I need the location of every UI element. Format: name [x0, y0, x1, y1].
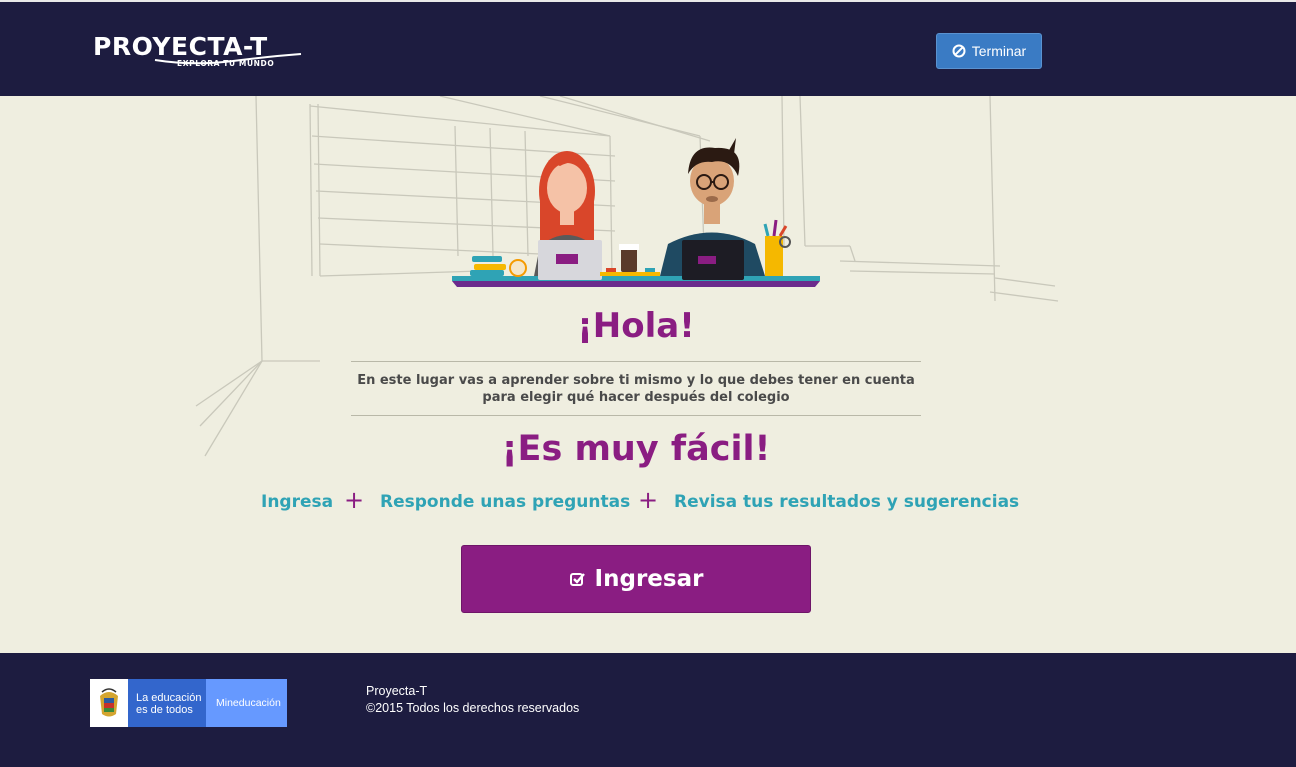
intro-line-1: En este lugar vas a aprender sobre ti mi…	[357, 373, 915, 388]
footer-copyright: ©2015 Todos los derechos reservados	[366, 701, 580, 715]
step-revisa: Revisa tus resultados y sugerencias	[674, 492, 1020, 512]
divider-bottom	[351, 415, 921, 416]
ingresar-button[interactable]: Ingresar	[461, 545, 811, 613]
girl-figure	[534, 151, 602, 280]
colombia-crest-icon	[90, 679, 128, 727]
mineducacion-logo[interactable]: La educación es de todos Mineducación	[90, 679, 287, 727]
ban-icon	[952, 44, 966, 58]
check-square-icon	[569, 573, 585, 586]
footer-text: Proyecta-T ©2015 Todos los derechos rese…	[366, 683, 579, 717]
plus-icon: +	[344, 486, 365, 514]
step-responde: Responde unas preguntas	[380, 492, 631, 512]
terminar-label: Terminar	[971, 43, 1027, 59]
intro-line-2: para elegir qué hacer después del colegi…	[482, 390, 790, 405]
subtitle: ¡Es muy fácil!	[501, 429, 771, 469]
logo-tagline: EXPLORA TU MUNDO	[177, 59, 275, 68]
steps-row: Ingresa + Responde unas preguntas + Revi…	[0, 486, 1296, 520]
proyecta-t-logo[interactable]: PROYECTA-T EXPLORA TU MUNDO	[93, 32, 318, 72]
site-footer: La educación es de todos Mineducación Pr…	[0, 653, 1296, 767]
divider-top	[351, 361, 921, 362]
plus-icon: +	[638, 486, 659, 514]
step-ingresa: Ingresa	[261, 492, 334, 512]
logo-slogan-line-2: es de todos	[136, 704, 193, 716]
greeting-title: ¡Hola!	[577, 306, 695, 346]
logo-slogan: La educación es de todos	[128, 679, 206, 727]
logo-ministry: Mineducación	[206, 679, 287, 727]
terminar-button[interactable]: Terminar	[936, 33, 1042, 69]
boy-figure	[660, 138, 765, 280]
logo-slogan-line-1: La educación	[136, 692, 202, 704]
site-header: PROYECTA-T EXPLORA TU MUNDO Terminar	[0, 0, 1296, 96]
footer-site-name: Proyecta-T	[366, 684, 428, 698]
intro-text: En este lugar vas a aprender sobre ti mi…	[351, 372, 921, 406]
ingresar-label: Ingresar	[594, 566, 704, 592]
